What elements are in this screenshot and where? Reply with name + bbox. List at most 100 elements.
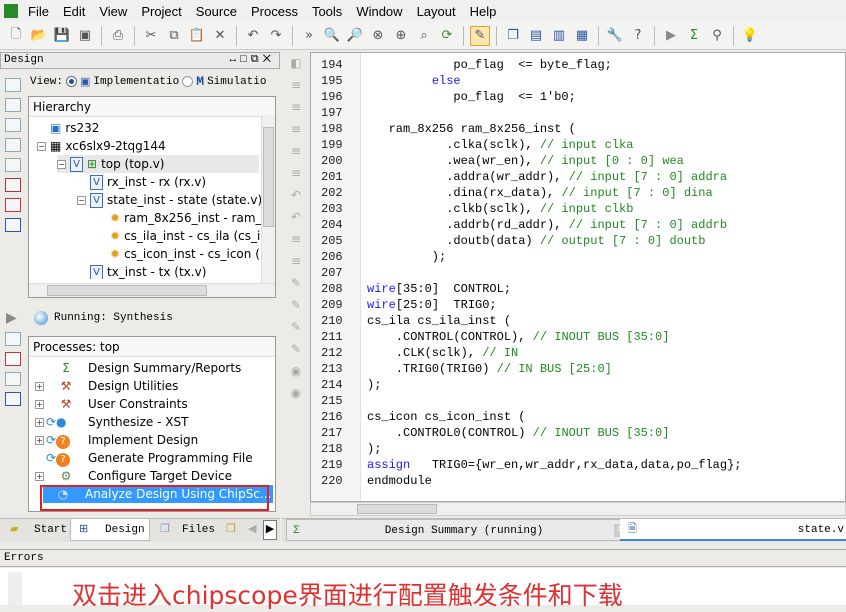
copy-icon[interactable]: ⧉ bbox=[164, 26, 184, 46]
process-item[interactable]: + ⟳● Synthesize - XST bbox=[35, 413, 188, 431]
tab-files[interactable]: ❐ Files bbox=[152, 519, 222, 541]
undo-icon[interactable]: ↶ bbox=[243, 26, 263, 46]
tile-horizontal-icon[interactable]: ▤ bbox=[526, 26, 546, 46]
table-icon[interactable] bbox=[5, 392, 21, 406]
tree-item[interactable]: − ▦ xc6slx9-2tqg144 bbox=[37, 137, 166, 155]
tree-item[interactable]: ▣ rs232 bbox=[37, 119, 99, 137]
run-icon[interactable]: ▶ bbox=[6, 310, 20, 326]
run-icon[interactable]: ▶ bbox=[661, 26, 681, 46]
tree-item[interactable]: Vtx_inst - tx (tx.v) bbox=[77, 263, 206, 279]
redo-icon[interactable]: ↷ bbox=[266, 26, 286, 46]
stop-icon[interactable] bbox=[5, 352, 21, 366]
expand-icon[interactable]: + bbox=[35, 471, 44, 481]
tab-design-summary[interactable]: Σ Design Summary (running) ✕ bbox=[286, 519, 642, 541]
tab-scroll-right[interactable]: ▶ bbox=[263, 520, 277, 540]
editor-hscrollbar[interactable] bbox=[310, 502, 846, 516]
overflow-icon[interactable]: » bbox=[299, 26, 319, 46]
question-icon: ⟳? bbox=[46, 431, 86, 449]
zoom-fit-icon[interactable]: ⊗ bbox=[368, 26, 388, 46]
hierarchy-vscrollbar[interactable] bbox=[261, 115, 275, 283]
implementation-label[interactable]: Implementatio bbox=[93, 76, 179, 88]
menu-layout[interactable]: Layout bbox=[411, 4, 464, 19]
tree-item-label: cs_ila_inst - cs_ila (cs_i bbox=[124, 229, 261, 243]
menu-tools[interactable]: Tools bbox=[306, 4, 350, 19]
properties-icon[interactable] bbox=[5, 158, 21, 172]
zoom-full-icon[interactable]: ⊕ bbox=[391, 26, 411, 46]
menu-view[interactable]: View bbox=[93, 4, 135, 19]
panel-window-controls[interactable]: ↔□⧉✕ bbox=[230, 53, 275, 68]
save-all-icon[interactable]: ▣ bbox=[75, 26, 95, 46]
hierarchy-hscrollbar[interactable] bbox=[29, 283, 275, 297]
tab-libraries[interactable]: ❐ bbox=[226, 519, 246, 541]
file-icon[interactable] bbox=[5, 78, 21, 92]
tree-item[interactable]: ✹ ram_8x256_inst - ram_ bbox=[97, 209, 261, 227]
menu-help[interactable]: Help bbox=[464, 4, 505, 19]
rerun-icon[interactable] bbox=[5, 332, 21, 346]
tab-design[interactable]: ⊞ Design bbox=[70, 519, 150, 541]
tree-item[interactable]: − V ⊞ top (top.v) bbox=[57, 155, 259, 173]
code-text: [35:0] CONTROL; bbox=[395, 282, 512, 296]
expand-icon[interactable]: + bbox=[35, 381, 44, 391]
tab-scroll-left[interactable]: ◀ bbox=[248, 519, 262, 541]
print-icon[interactable]: ⎙ bbox=[108, 26, 128, 46]
tree-item[interactable]: − Vstate_inst - state (state.v) bbox=[77, 191, 261, 209]
process-item[interactable]: + ⚙ Configure Target Device bbox=[35, 467, 232, 485]
wrench-icon[interactable]: 🔧 bbox=[605, 26, 625, 46]
menu-project[interactable]: Project bbox=[135, 4, 189, 19]
report-icon[interactable] bbox=[5, 198, 21, 212]
chip-check-icon[interactable] bbox=[5, 178, 21, 192]
find-icon[interactable]: ⌕ bbox=[414, 26, 434, 46]
tab-start[interactable]: ▰ Start bbox=[4, 519, 68, 541]
tree-item[interactable]: ✹ cs_icon_inst - cs_icon ( bbox=[97, 245, 260, 263]
process-item[interactable]: Σ Design Summary/Reports bbox=[35, 359, 241, 377]
cascade-icon[interactable]: ❐ bbox=[503, 26, 523, 46]
simulation-label[interactable]: Simulatio bbox=[207, 76, 266, 88]
hierarchy-icon[interactable] bbox=[5, 138, 21, 152]
tree-item[interactable]: Vrx_inst - rx (rx.v) bbox=[77, 173, 206, 191]
zoom-in-icon[interactable]: 🔍 bbox=[322, 26, 342, 46]
lightbulb-icon[interactable]: 💡 bbox=[740, 26, 760, 46]
zoom-out-icon[interactable]: 🔎 bbox=[345, 26, 365, 46]
tree-item[interactable]: ✹ cs_ila_inst - cs_ila (cs_i bbox=[97, 227, 260, 245]
paste-icon[interactable]: 📋 bbox=[187, 26, 207, 46]
expand-icon[interactable]: + bbox=[35, 417, 44, 427]
process-item[interactable]: + ⚒ Design Utilities bbox=[35, 377, 178, 395]
edit-icon[interactable]: ✎ bbox=[470, 25, 490, 46]
new-icon[interactable]: 🗋 bbox=[6, 26, 26, 46]
menu-edit[interactable]: Edit bbox=[57, 4, 93, 19]
add-copy-icon[interactable] bbox=[5, 118, 21, 132]
collapse-icon[interactable]: − bbox=[37, 141, 46, 151]
process-item[interactable]: ⟳? Generate Programming File bbox=[35, 449, 253, 467]
open-icon[interactable]: 📂 bbox=[29, 26, 49, 46]
divider bbox=[733, 25, 734, 46]
help-pointer-icon[interactable]: ? bbox=[628, 26, 648, 46]
code-editor[interactable]: 194 po_flag <= byte_flag; 195 else 196 po_… bbox=[310, 52, 846, 502]
expand-icon[interactable]: + bbox=[35, 399, 44, 409]
delete-icon[interactable]: ✕ bbox=[210, 26, 230, 46]
radio-simulation[interactable] bbox=[182, 76, 194, 87]
cut-icon[interactable]: ✂ bbox=[141, 26, 161, 46]
rerun-all-icon[interactable] bbox=[5, 372, 21, 386]
menu-window[interactable]: Window bbox=[350, 4, 410, 19]
code-text: .doutb(data) bbox=[367, 234, 540, 248]
add-source-icon[interactable] bbox=[5, 98, 21, 112]
tab-state-v[interactable]: 🗎 state.v bbox=[620, 519, 846, 541]
window-icon[interactable]: ▦ bbox=[572, 26, 592, 46]
refresh-icon[interactable]: ⟳ bbox=[437, 26, 457, 46]
menu-file[interactable]: File bbox=[22, 4, 57, 19]
line-number: 216 bbox=[321, 410, 343, 424]
telescope-icon[interactable]: ⚲ bbox=[707, 26, 727, 46]
save-icon[interactable]: 💾 bbox=[52, 26, 72, 46]
collapse-icon[interactable]: − bbox=[57, 159, 66, 169]
process-item[interactable]: + ⚒ User Constraints bbox=[35, 395, 188, 413]
expand-icon[interactable]: + bbox=[35, 435, 44, 445]
radio-implementation[interactable] bbox=[66, 76, 78, 87]
tile-vertical-icon[interactable]: ▥ bbox=[549, 26, 569, 46]
process-item[interactable]: + ⟳? Implement Design bbox=[35, 431, 198, 449]
table-icon[interactable] bbox=[5, 218, 21, 232]
menu-process[interactable]: Process bbox=[245, 4, 306, 19]
collapse-icon[interactable]: − bbox=[77, 195, 86, 205]
sigma-icon[interactable]: Σ bbox=[684, 26, 704, 46]
code-keyword: wire bbox=[367, 298, 396, 312]
menu-source[interactable]: Source bbox=[190, 4, 245, 19]
